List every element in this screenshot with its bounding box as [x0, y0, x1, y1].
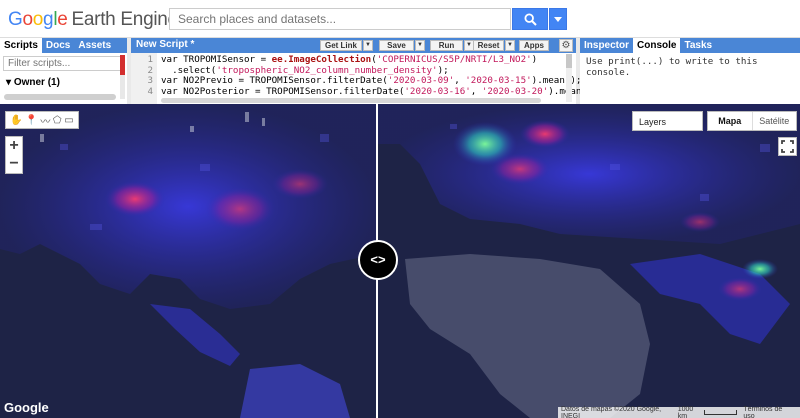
- line-number: 4: [147, 85, 153, 97]
- scripts-vertical-scrollbar[interactable]: [120, 55, 125, 99]
- console-message: Use print(...) to write to this console.: [586, 56, 758, 78]
- zoom-in-button[interactable]: +: [6, 137, 22, 155]
- code-area[interactable]: 1 2 3 4 var TROPOMISensor = ee.ImageColl…: [131, 53, 598, 104]
- search-input[interactable]: [169, 8, 511, 30]
- header: Google Earth Engine: [0, 0, 800, 38]
- fullscreen-icon: [781, 140, 794, 153]
- tab-docs[interactable]: Docs: [42, 38, 74, 53]
- map-type-toggle: Mapa Satélite: [707, 111, 797, 131]
- tab-inspector[interactable]: Inspector: [580, 38, 633, 53]
- map-type-satellite[interactable]: Satélite: [753, 112, 797, 130]
- apps-button[interactable]: Apps: [519, 40, 549, 51]
- gear-icon: ⚙: [561, 40, 571, 51]
- settings-gear-button[interactable]: ⚙: [559, 39, 573, 52]
- map-data-attribution[interactable]: Datos de mapas ©2020 Google, INEGI: [561, 406, 672, 418]
- drawing-tools: ✋ 📍 〰 ⬠ ▭: [5, 111, 79, 129]
- layers-button[interactable]: Layers: [632, 111, 703, 131]
- swipe-handle[interactable]: <>: [358, 240, 398, 280]
- hand-pan-icon[interactable]: ✋: [10, 115, 22, 126]
- map-view[interactable]: ✋ 📍 〰 ⬠ ▭ + − Layers Mapa Satélite <> Go…: [0, 104, 800, 418]
- code-lines[interactable]: var TROPOMISensor = ee.ImageCollection('…: [161, 54, 599, 97]
- scrollbar-thumb[interactable]: [566, 54, 572, 68]
- editor-toolbar: New Script * Get Link ▼ Save ▼ Run ▼ Res…: [131, 38, 576, 53]
- tab-scripts[interactable]: Scripts: [0, 38, 42, 53]
- terms-link[interactable]: Términos de uso: [743, 406, 791, 418]
- owner-count: (1): [47, 77, 60, 88]
- tab-assets[interactable]: Assets: [74, 38, 115, 53]
- owner-label: Owner: [13, 77, 45, 88]
- line-gutter: 1 2 3 4: [131, 53, 157, 104]
- logo-product-text: Earth Engine: [71, 9, 179, 30]
- scrollbar-thumb[interactable]: [120, 55, 125, 75]
- console-panel: Inspector Console Tasks Use print(...) t…: [580, 38, 800, 104]
- line-draw-icon[interactable]: 〰: [40, 113, 50, 128]
- tab-tasks[interactable]: Tasks: [680, 38, 716, 53]
- tab-console[interactable]: Console: [633, 38, 681, 53]
- google-map-logo: Google: [4, 400, 49, 415]
- owner-folder[interactable]: ▾ Owner (1): [6, 77, 127, 88]
- right-tabs: Inspector Console Tasks: [580, 38, 800, 53]
- save-button[interactable]: Save: [379, 40, 414, 51]
- caret-down-icon: ▾: [6, 77, 12, 88]
- reset-button[interactable]: Reset: [473, 40, 504, 51]
- zoom-control: + −: [5, 136, 23, 174]
- fullscreen-button[interactable]: [778, 137, 797, 156]
- scripts-horizontal-scrollbar[interactable]: [4, 94, 116, 100]
- search-options-button[interactable]: [549, 8, 567, 30]
- earth-engine-app: GoogleEarth Engine Scripts Docs Assets ▾…: [0, 0, 800, 418]
- chevron-down-icon: [554, 16, 562, 22]
- polygon-draw-icon[interactable]: ⬠: [53, 115, 62, 126]
- code-editor-panel: New Script * Get Link ▼ Save ▼ Run ▼ Res…: [131, 38, 598, 104]
- point-marker-icon[interactable]: 📍: [25, 115, 37, 126]
- search-button[interactable]: [512, 8, 548, 30]
- line-number: 3: [147, 75, 153, 86]
- filter-scripts-input[interactable]: [3, 56, 121, 71]
- code-line-4: var NO2Posterior = TROPOMISensor.filterD…: [161, 85, 599, 97]
- rectangle-draw-icon[interactable]: ▭: [64, 115, 73, 126]
- get-link-dropdown[interactable]: ▼: [363, 40, 373, 51]
- reset-dropdown[interactable]: ▼: [505, 40, 515, 51]
- scale-bar: [704, 410, 738, 415]
- script-title: New Script *: [136, 39, 195, 50]
- logo-google-text: Google: [8, 9, 68, 30]
- map-attribution: Datos de mapas ©2020 Google, INEGI 1000 …: [558, 406, 800, 418]
- code-horizontal-scrollbar[interactable]: [161, 98, 541, 103]
- save-dropdown[interactable]: ▼: [415, 40, 425, 51]
- scripts-panel: Scripts Docs Assets ▾ Owner (1): [0, 38, 131, 104]
- earth-engine-logo[interactable]: Google Earth Engine: [8, 9, 178, 31]
- search-icon: [523, 12, 537, 26]
- zoom-out-button[interactable]: −: [6, 155, 22, 173]
- map-canvas: [0, 104, 800, 418]
- get-link-button[interactable]: Get Link: [320, 40, 362, 51]
- line-number: 1: [147, 54, 153, 65]
- run-button[interactable]: Run: [430, 40, 463, 51]
- scale-label[interactable]: 1000 km: [678, 406, 703, 418]
- code-vertical-scrollbar[interactable]: [566, 54, 572, 102]
- map-type-map[interactable]: Mapa: [708, 112, 753, 130]
- left-tabs: Scripts Docs Assets: [0, 38, 127, 53]
